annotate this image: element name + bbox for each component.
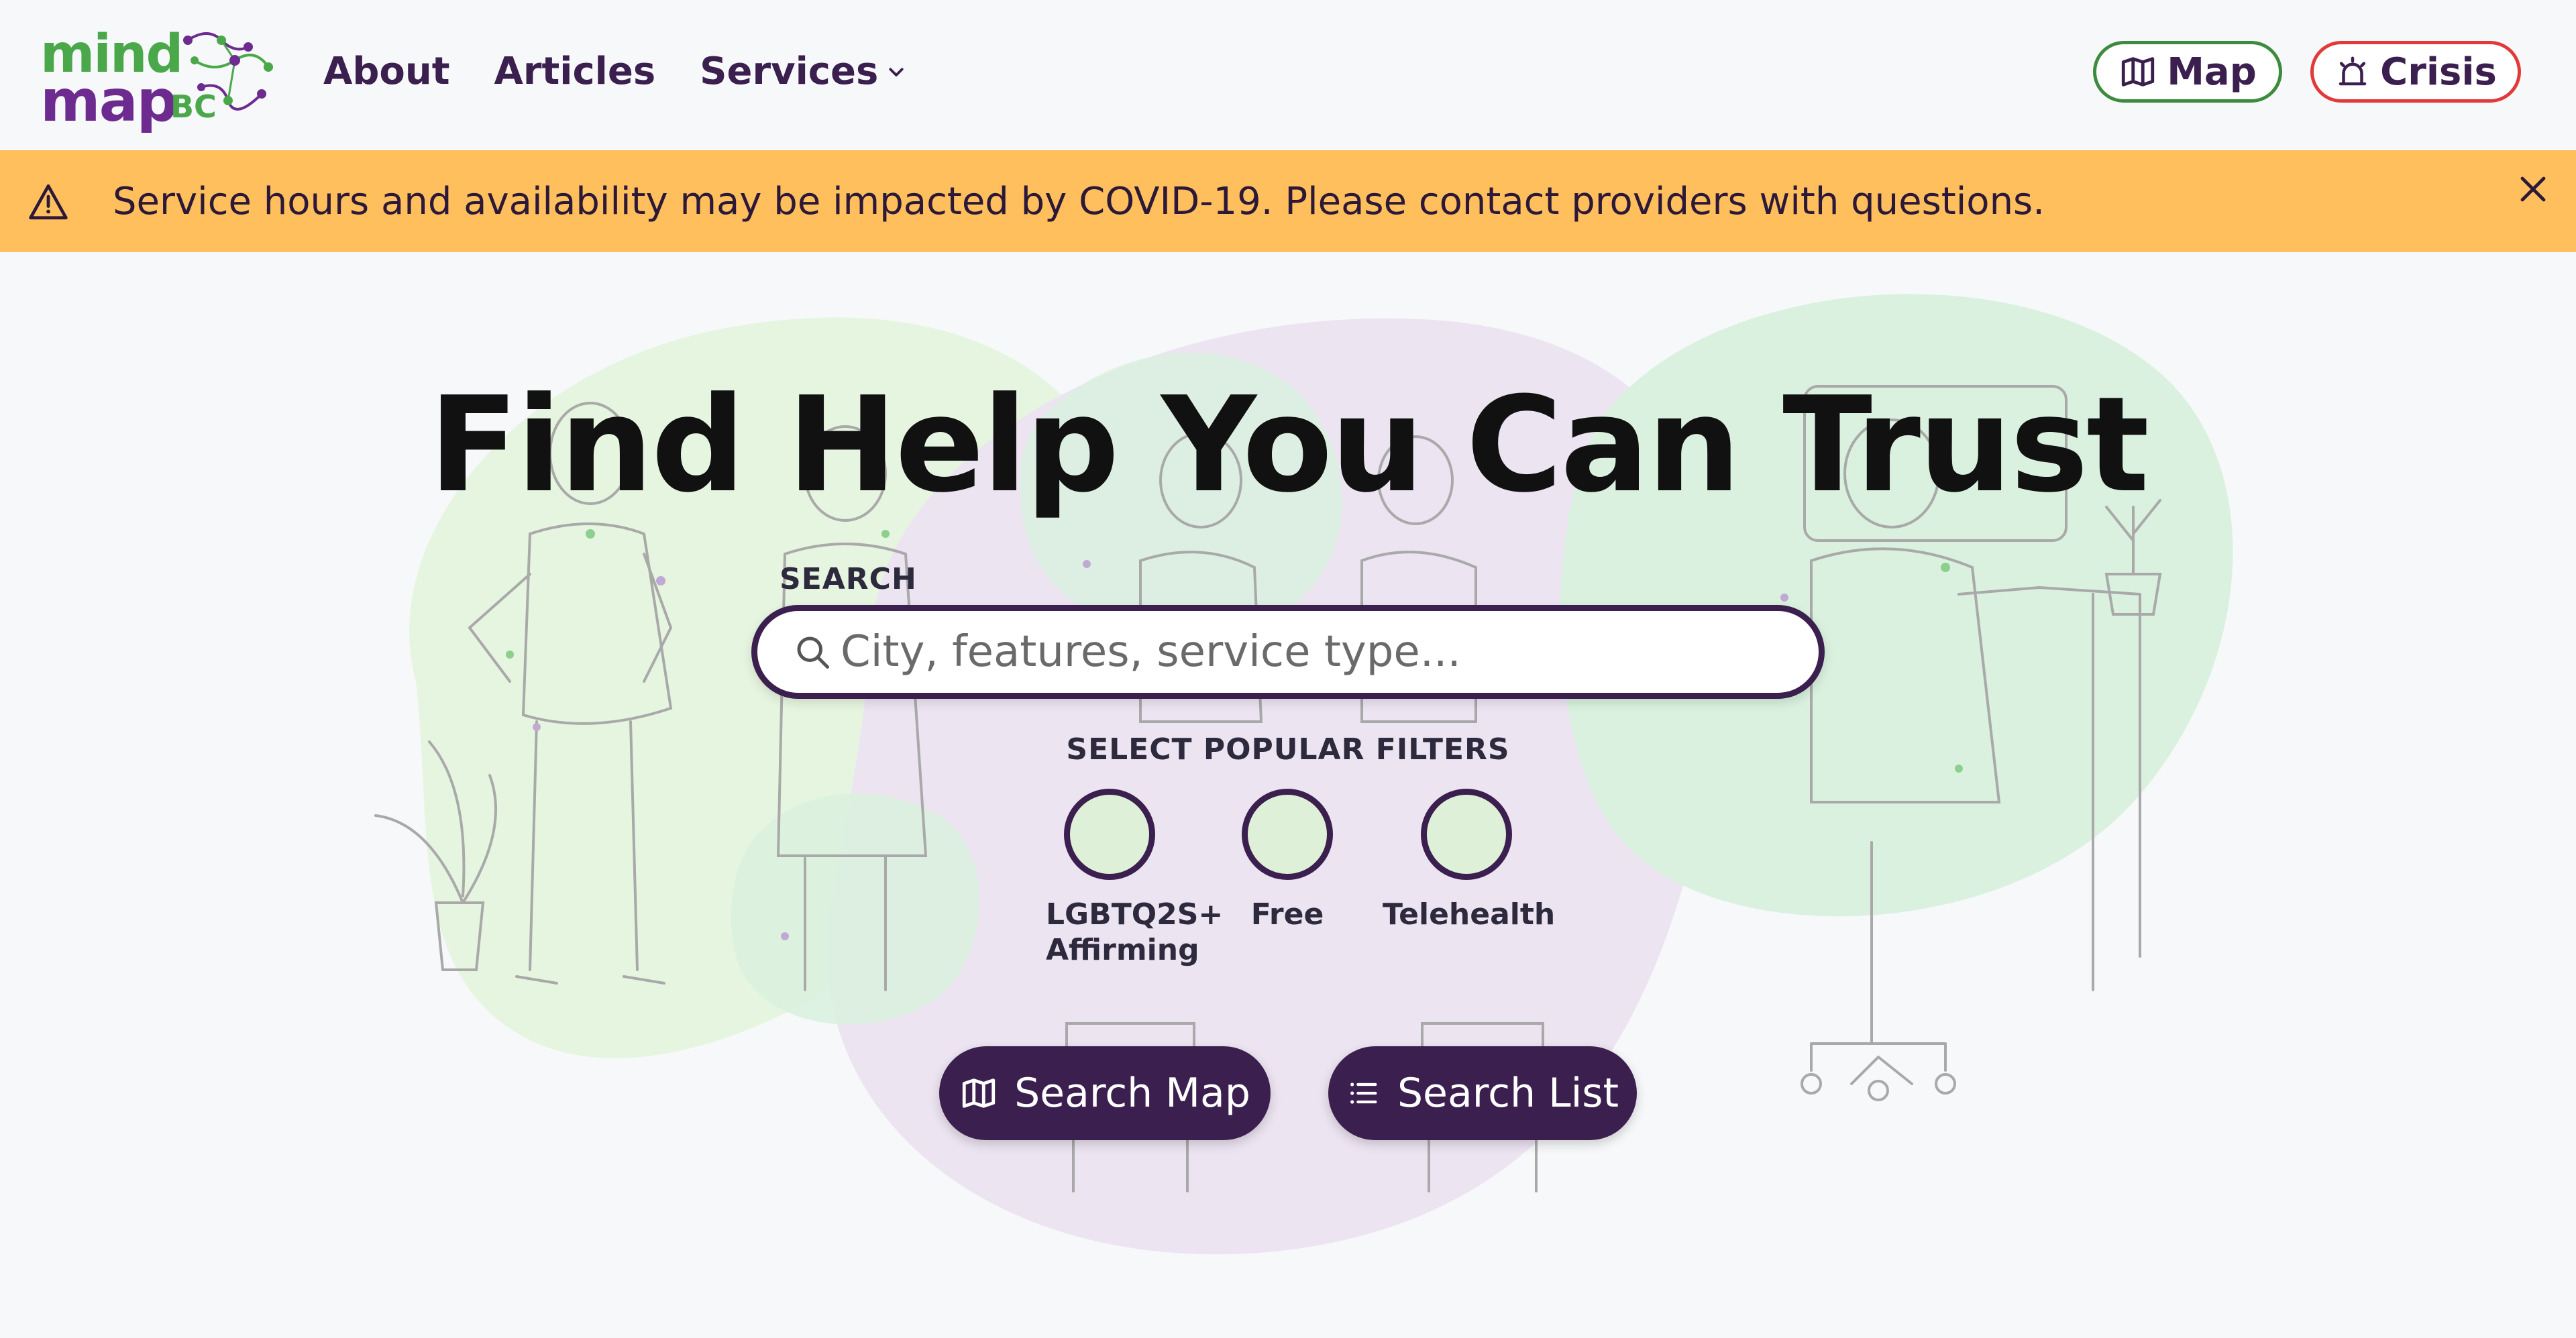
map-button-label: Map	[2167, 50, 2257, 94]
covid-alert-text: Service hours and availability may be im…	[113, 180, 2045, 223]
nav-services-label: Services	[700, 50, 879, 93]
logo-network-icon	[183, 32, 273, 111]
filter-telehealth[interactable]: Telehealth	[1383, 789, 1556, 933]
list-icon	[1350, 1082, 1377, 1104]
filters-label: SELECT POPULAR FILTERS	[1066, 732, 1510, 767]
hero-title: Find Help You Can Trust	[429, 369, 2149, 522]
close-icon[interactable]	[2517, 173, 2549, 205]
mindmap-bc-logo[interactable]: mind map BC	[40, 20, 282, 134]
crisis-button-label: Crisis	[2380, 50, 2497, 94]
filter-label: Telehealth	[1383, 897, 1556, 932]
filter-toggle-circle[interactable]	[1064, 789, 1155, 880]
search-icon	[797, 636, 829, 669]
alarm-icon	[2339, 56, 2367, 86]
search-map-button[interactable]: Search Map	[939, 1046, 1271, 1140]
filter-label: Free	[1250, 897, 1324, 932]
map-icon	[2122, 57, 2155, 87]
search-label: SEARCH	[780, 562, 917, 596]
crisis-button[interactable]: Crisis	[2310, 41, 2521, 103]
warning-icon	[29, 184, 68, 220]
covid-alert-banner: Service hours and availability may be im…	[0, 150, 2576, 252]
nav-articles[interactable]: Articles	[494, 50, 656, 93]
filter-toggle-circle[interactable]	[1242, 789, 1333, 880]
main-nav: About Articles Services	[323, 50, 906, 93]
map-button[interactable]: Map	[2093, 41, 2282, 103]
nav-about[interactable]: About	[323, 50, 450, 93]
search-box[interactable]	[751, 605, 1825, 699]
search-list-label: Search List	[1397, 1070, 1619, 1117]
search-map-label: Search Map	[1014, 1070, 1250, 1117]
search-list-button[interactable]: Search List	[1328, 1046, 1637, 1140]
filter-free[interactable]: Free	[1203, 789, 1371, 933]
filter-label: LGBTQ2S+ Affirming	[1046, 897, 1224, 967]
nav-services[interactable]: Services	[700, 50, 906, 93]
logo-map-text: map	[40, 68, 178, 135]
map-icon	[962, 1078, 996, 1108]
filter-toggle-circle[interactable]	[1421, 789, 1512, 880]
site-header: mind map BC About Articles Services Map …	[0, 0, 2576, 150]
search-input[interactable]	[839, 626, 1748, 677]
filter-lgbtq2s-affirming[interactable]: LGBTQ2S+ Affirming	[1026, 789, 1224, 968]
chevron-down-icon	[889, 67, 904, 76]
hero-section: Find Help You Can Trust SEARCH SELECT PO…	[0, 252, 2576, 1338]
